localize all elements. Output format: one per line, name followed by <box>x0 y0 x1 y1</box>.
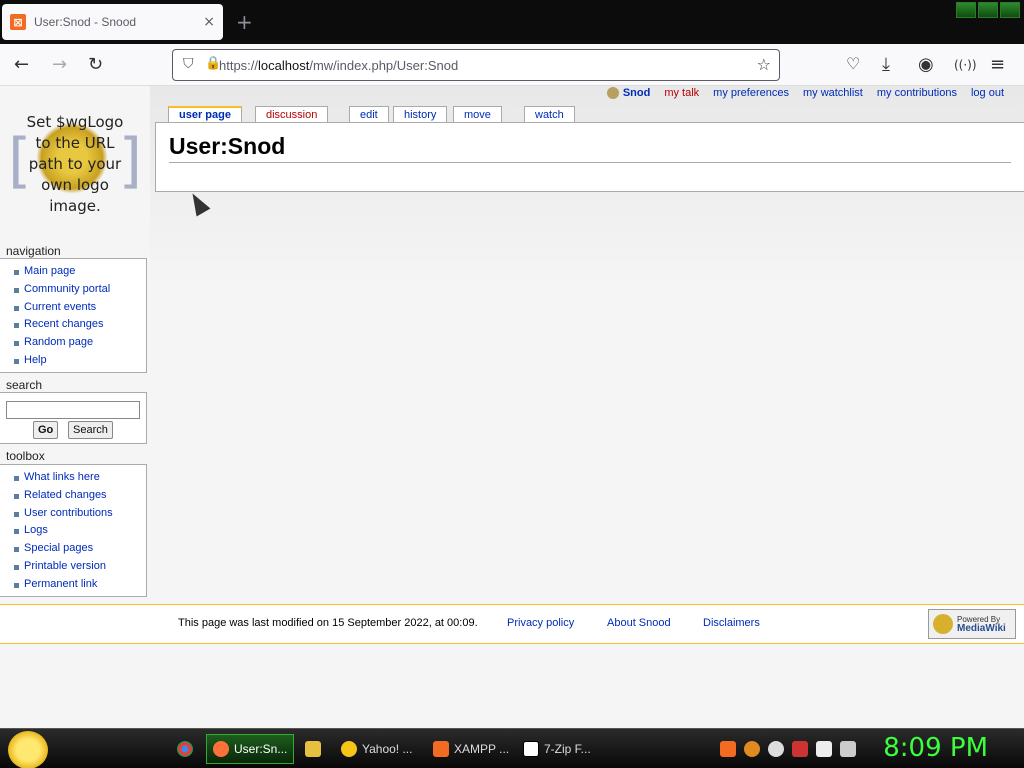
mediawiki-logo-icon <box>933 614 953 634</box>
taskbar-yahoo-window[interactable]: Yahoo! ... <box>334 734 419 764</box>
logo-text: Set $wgLogo to the URL path to your own … <box>26 113 124 215</box>
tab-title: User:Snod - Snood <box>34 15 137 29</box>
tool-user-contributions[interactable]: User contributions <box>14 505 146 523</box>
nav-community-portal[interactable]: Community portal <box>14 281 146 299</box>
chrome-taskbar-icon[interactable] <box>170 734 200 764</box>
content-area: User:Snod <box>155 122 1024 192</box>
new-tab-icon[interactable]: + <box>236 10 253 34</box>
network-icon[interactable] <box>816 741 832 757</box>
tab-user-page[interactable]: user page <box>168 106 242 122</box>
tool-related-changes[interactable]: Related changes <box>14 487 146 505</box>
page-footer: This page was last modified on 15 Septem… <box>0 604 1024 644</box>
close-tab-icon[interactable]: × <box>203 14 215 30</box>
search-button[interactable]: Search <box>68 421 113 439</box>
window-controls <box>956 2 1020 18</box>
disclaimers-link[interactable]: Disclaimers <box>703 617 760 629</box>
maximize-button[interactable] <box>978 2 998 18</box>
xampp-tray-icon[interactable] <box>720 741 736 757</box>
firefox-icon <box>213 741 229 757</box>
navigation-toolbar: ← → ↻ ⛉ 🔒 https://localhost/mw/index.php… <box>0 44 1024 86</box>
navigation-title: navigation <box>6 244 61 258</box>
nav-recent-changes[interactable]: Recent changes <box>14 316 146 334</box>
toolbox-title: toolbox <box>6 449 45 463</box>
my-contributions-link[interactable]: my contributions <box>877 87 957 99</box>
taskbar-firefox-window[interactable]: User:Sn... <box>206 734 295 764</box>
pocket-icon[interactable]: ♡ <box>846 54 860 73</box>
personal-tools: Snod my talk my preferences my watchlist… <box>606 87 1004 99</box>
browser-tab-strip: ⊠ User:Snod - Snood × + <box>0 0 1024 44</box>
system-tray <box>720 741 856 757</box>
taskbar: User:Sn... Yahoo! ... XAMPP ... 7-Zip F.… <box>0 728 1024 768</box>
nav-random-page[interactable]: Random page <box>14 334 146 352</box>
url-bar[interactable]: ⛉ 🔒 https://localhost/mw/index.php/User:… <box>172 49 780 81</box>
tab-move[interactable]: move <box>453 106 502 122</box>
tab-history[interactable]: history <box>393 106 448 122</box>
go-button[interactable]: Go <box>33 421 59 439</box>
my-talk-link[interactable]: my talk <box>664 87 699 99</box>
user-link[interactable]: Snod <box>606 87 650 99</box>
search-input[interactable] <box>6 401 140 419</box>
forward-icon[interactable]: → <box>52 54 67 75</box>
start-button-smiley-icon[interactable] <box>8 731 48 768</box>
tool-printable-version[interactable]: Printable version <box>14 558 146 576</box>
7zip-icon <box>523 741 539 757</box>
my-preferences-link[interactable]: my preferences <box>713 87 789 99</box>
action-center-flag-icon[interactable] <box>792 741 808 757</box>
tool-permanent-link[interactable]: Permanent link <box>14 576 146 594</box>
volume-icon[interactable] <box>840 741 856 757</box>
user-icon <box>606 87 619 99</box>
toolbox-portlet: What links here Related changes User con… <box>0 464 147 597</box>
site-logo[interactable]: [ ] Set $wgLogo to the URL path to your … <box>6 106 144 216</box>
nav-main-page[interactable]: Main page <box>14 263 146 281</box>
taskbar-xampp-window[interactable]: XAMPP ... <box>426 734 516 764</box>
bookmark-star-icon[interactable]: ☆ <box>757 55 771 74</box>
taskbar-clock[interactable]: 8:09 PM <box>883 733 988 763</box>
tracking-shield-icon[interactable]: ⛉ <box>183 56 194 72</box>
my-watchlist-link[interactable]: my watchlist <box>803 87 863 99</box>
lock-icon[interactable]: 🔒 <box>205 56 221 71</box>
downloads-icon[interactable]: ⤓ <box>882 54 890 75</box>
nav-current-events[interactable]: Current events <box>14 299 146 317</box>
tab-discussion[interactable]: discussion <box>255 106 329 122</box>
about-link[interactable]: About Snood <box>607 617 671 629</box>
yahoo-messenger-icon <box>341 741 357 757</box>
file-explorer-taskbar-icon[interactable] <box>298 734 328 764</box>
tab-watch[interactable]: watch <box>524 106 575 122</box>
search-portlet: Go Search <box>0 392 147 444</box>
privacy-policy-link[interactable]: Privacy policy <box>507 617 574 629</box>
mediawiki-page: [ ] Set $wgLogo to the URL path to your … <box>0 86 1024 728</box>
extension-icon[interactable]: ((·)) <box>954 58 977 72</box>
search-title: search <box>6 378 43 392</box>
page-title: User:Snod <box>169 133 1011 163</box>
last-modified-text: This page was last modified on 15 Septem… <box>178 617 478 629</box>
nav-help[interactable]: Help <box>14 352 146 370</box>
minimize-button[interactable] <box>956 2 976 18</box>
profile-icon[interactable]: ◉ <box>918 54 934 75</box>
tool-special-pages[interactable]: Special pages <box>14 540 146 558</box>
menu-icon[interactable]: ≡ <box>990 54 1005 75</box>
messenger-tray-icon[interactable] <box>768 741 784 757</box>
browser-tab-active[interactable]: ⊠ User:Snod - Snood × <box>2 4 223 40</box>
back-icon[interactable]: ← <box>14 54 29 75</box>
tool-what-links-here[interactable]: What links here <box>14 469 146 487</box>
search-tray-icon[interactable] <box>744 741 760 757</box>
close-window-button[interactable] <box>1000 2 1020 18</box>
tool-logs[interactable]: Logs <box>14 522 146 540</box>
powered-by-mediawiki-badge[interactable]: Powered By MediaWiki <box>928 609 1016 639</box>
taskbar-7zip-window[interactable]: 7-Zip F... <box>516 734 598 764</box>
xampp-favicon-icon: ⊠ <box>10 14 26 30</box>
reload-icon[interactable]: ↻ <box>88 54 103 75</box>
log-out-link[interactable]: log out <box>971 87 1004 99</box>
tab-edit[interactable]: edit <box>349 106 389 122</box>
powered-by-text: Powered By MediaWiki <box>957 615 1006 634</box>
xampp-icon <box>433 741 449 757</box>
navigation-portlet: Main page Community portal Current event… <box>0 258 147 373</box>
url-text[interactable]: https://localhost/mw/index.php/User:Snod <box>219 58 458 73</box>
